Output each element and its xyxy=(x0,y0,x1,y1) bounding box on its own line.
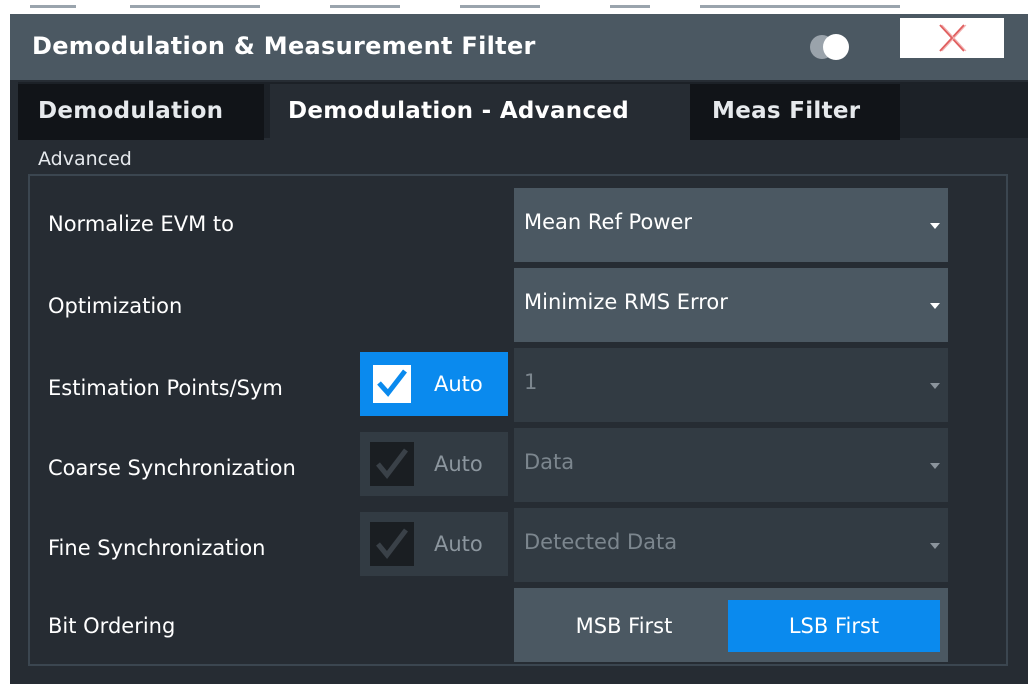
estimation-points-auto-label: Auto xyxy=(434,372,483,396)
optimization-label: Optimization xyxy=(48,294,183,318)
close-button[interactable] xyxy=(900,18,1004,58)
estimation-points-auto-checkbox[interactable] xyxy=(370,362,414,406)
background-mark xyxy=(460,5,540,8)
estimation-points-auto-toggle[interactable]: Auto xyxy=(360,352,508,416)
normalize-evm-dropdown[interactable]: Mean Ref Power xyxy=(514,188,948,262)
fine-sync-dropdown[interactable]: Detected Data xyxy=(514,508,948,582)
estimation-points-dropdown[interactable]: 1 xyxy=(514,348,948,422)
fine-sync-auto-toggle[interactable]: Auto xyxy=(360,512,508,576)
tab-demodulation-advanced[interactable]: Demodulation - Advanced xyxy=(270,84,690,140)
tab-meas-filter[interactable]: Meas Filter xyxy=(690,84,900,140)
dropdown-arrow-icon xyxy=(930,303,940,309)
normalize-evm-label: Normalize EVM to xyxy=(48,212,234,236)
checkmark-icon xyxy=(376,528,408,560)
background-mark xyxy=(610,5,650,8)
estimation-points-label: Estimation Points/Sym xyxy=(48,376,283,400)
coarse-sync-auto-checkbox[interactable] xyxy=(370,442,414,486)
fine-sync-auto-checkbox[interactable] xyxy=(370,522,414,566)
tab-bar: Demodulation Demodulation - Advanced Mea… xyxy=(18,82,1028,140)
dropdown-arrow-icon xyxy=(930,543,940,549)
coarse-sync-value: Data xyxy=(524,450,575,474)
dropdown-arrow-icon xyxy=(930,463,940,469)
demodulation-dialog: Demodulation & Measurement Filter Demodu… xyxy=(10,14,1028,684)
tab-demodulation[interactable]: Demodulation xyxy=(18,84,264,140)
normalize-evm-value: Mean Ref Power xyxy=(524,210,693,234)
toggle-icon[interactable] xyxy=(804,32,860,62)
coarse-sync-auto-label: Auto xyxy=(434,452,483,476)
background-window-strip xyxy=(0,0,1034,14)
bit-ordering-label: Bit Ordering xyxy=(48,614,176,638)
bit-ordering-segmented-control: MSB First LSB First xyxy=(514,588,948,662)
dropdown-arrow-icon xyxy=(930,223,940,229)
lsb-first-option[interactable]: LSB First xyxy=(728,600,940,652)
coarse-sync-label: Coarse Synchronization xyxy=(48,456,296,480)
background-mark xyxy=(130,5,260,8)
group-label: Advanced xyxy=(38,148,132,170)
fine-sync-auto-label: Auto xyxy=(434,532,483,556)
msb-first-option[interactable]: MSB First xyxy=(518,600,730,652)
dialog-title: Demodulation & Measurement Filter xyxy=(32,32,536,60)
coarse-sync-auto-toggle[interactable]: Auto xyxy=(360,432,508,496)
dialog-titlebar: Demodulation & Measurement Filter xyxy=(10,14,1028,80)
checkmark-icon xyxy=(377,369,407,397)
checkmark-icon xyxy=(376,448,408,480)
fine-sync-value: Detected Data xyxy=(524,530,678,554)
optimization-dropdown[interactable]: Minimize RMS Error xyxy=(514,268,948,342)
background-mark xyxy=(330,5,400,8)
optimization-value: Minimize RMS Error xyxy=(524,290,728,314)
estimation-points-value: 1 xyxy=(524,370,538,394)
dropdown-arrow-icon xyxy=(930,383,940,389)
coarse-sync-dropdown[interactable]: Data xyxy=(514,428,948,502)
background-mark xyxy=(30,5,76,8)
background-mark xyxy=(700,5,900,8)
fine-sync-label: Fine Synchronization xyxy=(48,536,266,560)
close-icon xyxy=(939,24,967,52)
